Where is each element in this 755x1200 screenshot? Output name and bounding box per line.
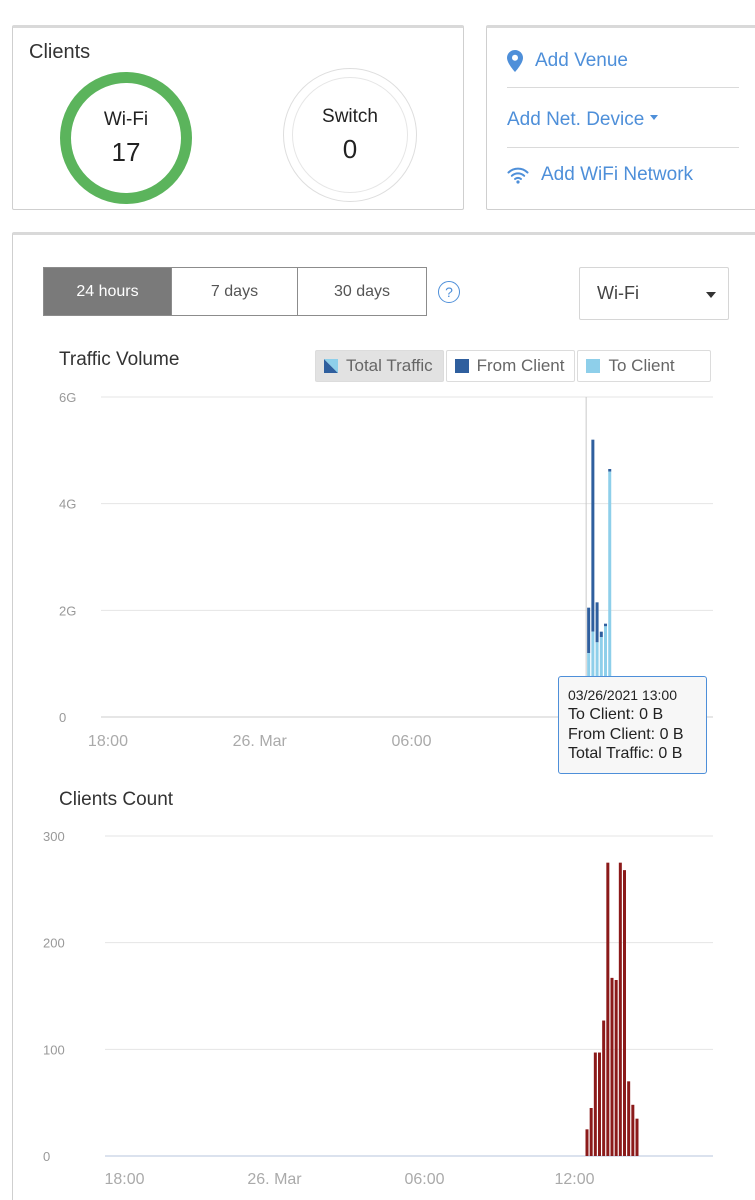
bar-clients[interactable] [614, 980, 618, 1156]
x-tick-label: 06:00 [404, 1171, 444, 1188]
wifi-clients-ring[interactable]: Wi-Fi 17 [60, 72, 192, 204]
x-tick-label: 18:00 [104, 1171, 144, 1188]
x-tick-label: 12:00 [554, 1171, 594, 1188]
add-venue-link[interactable]: Add Venue [507, 50, 628, 72]
traffic-volume-title: Traffic Volume [59, 349, 180, 370]
add-wifi-network-link[interactable]: Add WiFi Network [507, 164, 693, 186]
switch-clients-ring[interactable]: Switch 0 [283, 68, 417, 202]
bar-clients[interactable] [635, 1118, 639, 1156]
bar-clients[interactable] [602, 1020, 606, 1156]
total-traffic-swatch-icon [324, 359, 338, 373]
network-type-value: Wi-Fi [597, 283, 639, 303]
y-tick-label: 200 [43, 936, 65, 951]
tab-24-hours[interactable]: 24 hours [44, 268, 172, 315]
y-tick-label: 2G [59, 603, 76, 618]
caret-down-icon [650, 114, 659, 120]
bar-from-client[interactable] [591, 439, 595, 632]
y-tick-label: 0 [59, 710, 66, 725]
tooltip-total-traffic: Total Traffic: 0 B [568, 745, 683, 762]
tooltip-from-client: From Client: 0 B [568, 725, 684, 743]
charts-card: 24 hours 7 days 30 days ? Wi-Fi Traffic … [12, 232, 755, 1200]
bar-from-client[interactable] [604, 623, 608, 627]
legend-from-client-label: From Client [476, 356, 565, 375]
clients-count-title: Clients Count [59, 789, 174, 810]
tab-30-days[interactable]: 30 days [298, 268, 426, 315]
caret-down-icon [706, 292, 716, 298]
switch-clients-count: 0 [342, 133, 358, 164]
traffic-legend: Total Traffic From Client To Client [315, 350, 713, 382]
bar-clients[interactable] [627, 1081, 631, 1156]
to-client-swatch-icon [586, 359, 601, 373]
bar-from-client[interactable] [587, 607, 591, 653]
quick-actions-card: Add Venue Add Net. Device Add WiFi Netwo… [486, 25, 755, 210]
wifi-clients-count: 17 [111, 136, 141, 167]
bar-clients[interactable] [618, 862, 622, 1156]
bar-clients[interactable] [631, 1104, 635, 1156]
legend-total-traffic-label: Total Traffic [346, 356, 433, 375]
divider [507, 87, 739, 88]
clients-card: Clients Wi-Fi 17 Switch 0 [12, 25, 464, 210]
bar-clients[interactable] [606, 862, 610, 1156]
add-wifi-network-label: Add WiFi Network [541, 164, 694, 185]
y-tick-label: 300 [43, 829, 65, 844]
tooltip-date: 03/26/2021 13:00 [568, 687, 677, 703]
bar-clients[interactable] [623, 870, 626, 1156]
legend-to-client-label: To Client [608, 356, 675, 375]
add-venue-label: Add Venue [535, 50, 628, 71]
legend-to-client[interactable]: To Client [577, 350, 712, 382]
y-tick-label: 4G [59, 497, 76, 512]
clients-title: Clients [29, 41, 91, 63]
bar-from-client[interactable] [595, 602, 599, 643]
bar-clients[interactable] [610, 977, 614, 1156]
x-tick-label: 06:00 [392, 733, 432, 750]
legend-from-client[interactable]: From Client [445, 350, 576, 382]
bar-clients[interactable] [585, 1129, 589, 1156]
x-tick-label: 18:00 [88, 733, 128, 750]
bar-clients[interactable] [589, 1108, 593, 1156]
network-type-select[interactable]: Wi-Fi [579, 267, 729, 320]
chart-tooltip: 03/26/2021 13:00 To Client: 0 B From Cli… [558, 676, 707, 774]
wifi-icon [507, 167, 529, 184]
y-tick-label: 6G [59, 390, 76, 405]
bar-clients[interactable] [593, 1052, 597, 1156]
switch-clients-label: Switch [322, 105, 378, 127]
bar-clients[interactable] [598, 1052, 601, 1156]
clients-count-chart: 0 100 200 300 18:00 26. Mar 06:00 12:00 [43, 829, 713, 1188]
bar-from-client[interactable] [608, 469, 612, 472]
x-tick-label: 26. Mar [247, 1171, 302, 1188]
tab-7-days[interactable]: 7 days [172, 268, 298, 315]
y-tick-label: 0 [43, 1149, 50, 1164]
legend-total-traffic[interactable]: Total Traffic [315, 350, 444, 382]
add-net-device-dropdown[interactable]: Add Net. Device [507, 109, 659, 131]
time-range-tabs: 24 hours 7 days 30 days [43, 267, 427, 316]
bar-from-client[interactable] [599, 631, 603, 637]
divider [507, 147, 739, 148]
tooltip-to-client: To Client: 0 B [568, 706, 664, 723]
x-tick-label: 26. Mar [233, 733, 288, 750]
add-net-device-label: Add Net. Device [507, 109, 645, 130]
from-client-swatch-icon [454, 359, 469, 373]
wifi-clients-label: Wi-Fi [103, 108, 149, 130]
location-pin-icon [507, 50, 523, 72]
help-icon[interactable]: ? [438, 281, 460, 303]
y-tick-label: 100 [43, 1042, 65, 1057]
